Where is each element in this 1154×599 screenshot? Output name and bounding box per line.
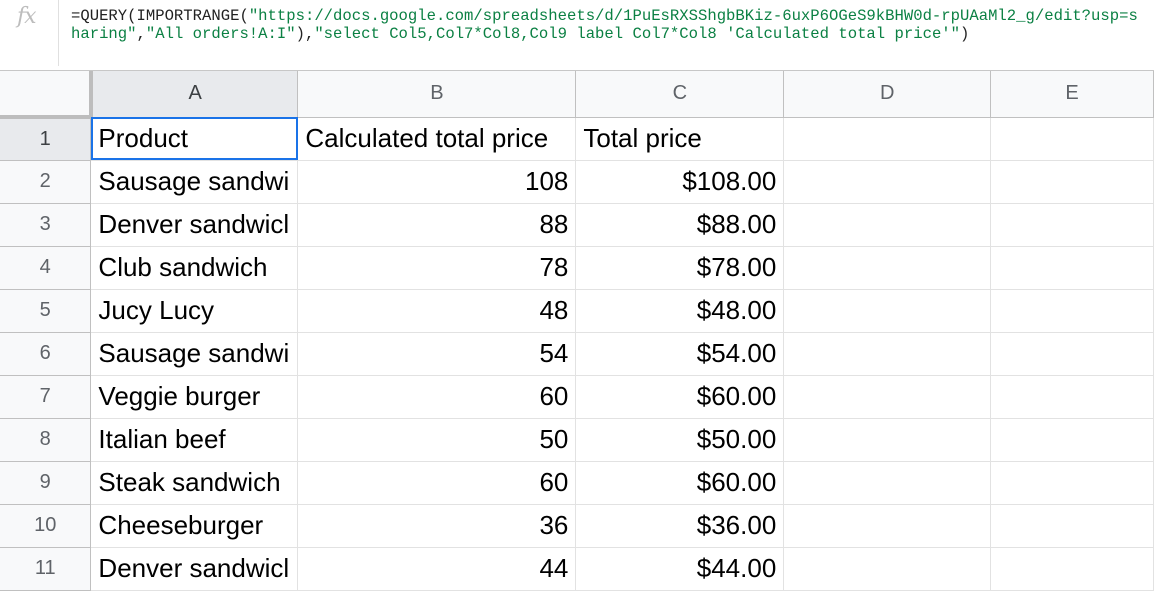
row-header[interactable]: 5 [0, 289, 92, 333]
row-header[interactable]: 11 [0, 547, 92, 591]
cell-calculated-total[interactable]: 50 [297, 418, 577, 462]
cell-empty[interactable] [783, 203, 992, 247]
cell-product[interactable]: Denver sandwicl [90, 203, 299, 247]
cell-calculated-total[interactable]: 44 [297, 547, 577, 591]
formula-query-string: "select Col5,Col7*Col8,Col9 label Col7*C… [314, 25, 961, 43]
cell-calculated-total[interactable]: 48 [297, 289, 577, 333]
cell-empty[interactable] [990, 203, 1154, 247]
cell-product[interactable]: Cheeseburger [90, 504, 299, 548]
cell-empty[interactable] [783, 461, 992, 505]
cell-empty[interactable] [990, 332, 1154, 376]
cell-total-price[interactable]: $50.00 [575, 418, 785, 462]
row-header[interactable]: 8 [0, 418, 92, 462]
formula-sep-2: ), [295, 25, 315, 43]
fx-icon: fx [17, 4, 37, 29]
cell-total-price[interactable]: $60.00 [575, 375, 785, 419]
row-header[interactable]: 4 [0, 246, 92, 290]
cell-product[interactable]: Sausage sandwi [90, 332, 299, 376]
row-header[interactable]: 3 [0, 203, 92, 247]
cell-total-price[interactable]: $88.00 [575, 203, 785, 247]
cell-empty[interactable] [990, 461, 1154, 505]
cell-total-price[interactable]: $36.00 [575, 504, 785, 548]
cell-empty[interactable] [990, 375, 1154, 419]
cell-total-price[interactable]: $48.00 [575, 289, 785, 333]
cell-calculated-total[interactable]: 78 [297, 246, 577, 290]
cell-empty[interactable] [990, 504, 1154, 548]
cell-empty[interactable] [783, 547, 992, 591]
column-header-d[interactable]: D [783, 71, 992, 118]
cell-calculated-total[interactable]: 36 [297, 504, 577, 548]
row-header[interactable]: 7 [0, 375, 92, 419]
cell-total-price[interactable]: $44.00 [575, 547, 785, 591]
cell-product[interactable]: Italian beef [90, 418, 299, 462]
formula-bar: fx =QUERY(IMPORTRANGE("https://docs.goog… [0, 0, 1154, 71]
cell-total-price[interactable]: $108.00 [575, 160, 785, 204]
spreadsheet-grid: A B C D E 1 Product Calculated total pri… [0, 71, 1154, 591]
cell-product[interactable]: Veggie burger [90, 375, 299, 419]
cell-product[interactable]: Sausage sandwi [90, 160, 299, 204]
column-header-b[interactable]: B [297, 71, 577, 118]
table-row: 11 Denver sandwicl 44 $44.00 [0, 547, 1154, 591]
select-all-corner[interactable] [0, 71, 93, 119]
cell-empty[interactable] [783, 418, 992, 462]
row-header[interactable]: 1 [0, 117, 92, 161]
table-row: 2 Sausage sandwi 108 $108.00 [0, 160, 1154, 204]
cell-empty[interactable] [990, 547, 1154, 591]
row-header[interactable]: 6 [0, 332, 92, 376]
cell-empty[interactable] [990, 418, 1154, 462]
table-row: 9 Steak sandwich 60 $60.00 [0, 461, 1154, 505]
formula-input[interactable]: =QUERY(IMPORTRANGE("https://docs.google.… [71, 7, 1146, 43]
cell-product[interactable]: Jucy Lucy [90, 289, 299, 333]
cell-empty[interactable] [783, 246, 992, 290]
cell-empty[interactable] [783, 375, 992, 419]
cell-empty[interactable] [990, 246, 1154, 290]
table-row: 10 Cheeseburger 36 $36.00 [0, 504, 1154, 548]
row-header[interactable]: 9 [0, 461, 92, 505]
cell-total-price[interactable]: $78.00 [575, 246, 785, 290]
formula-prefix: =QUERY(IMPORTRANGE( [71, 7, 249, 25]
cell-calculated-total[interactable]: 108 [297, 160, 577, 204]
table-row: 3 Denver sandwicl 88 $88.00 [0, 203, 1154, 247]
table-row: 6 Sausage sandwi 54 $54.00 [0, 332, 1154, 376]
formula-range-string: "All orders!A:I" [145, 25, 296, 43]
row-header[interactable]: 2 [0, 160, 92, 204]
cell-product[interactable]: Steak sandwich [90, 461, 299, 505]
cell-a1[interactable]: Product [90, 117, 299, 161]
table-row: 1 Product Calculated total price Total p… [0, 117, 1154, 161]
cell-product[interactable]: Denver sandwicl [90, 547, 299, 591]
cell-d1[interactable] [783, 117, 992, 161]
table-row: 5 Jucy Lucy 48 $48.00 [0, 289, 1154, 333]
cell-empty[interactable] [783, 504, 992, 548]
cell-empty[interactable] [783, 332, 992, 376]
cell-empty[interactable] [990, 289, 1154, 333]
cell-calculated-total[interactable]: 60 [297, 461, 577, 505]
formula-sep-1: , [136, 25, 146, 43]
row-header[interactable]: 10 [0, 504, 92, 548]
cell-total-price[interactable]: $54.00 [575, 332, 785, 376]
table-row: 4 Club sandwich 78 $78.00 [0, 246, 1154, 290]
cell-b1[interactable]: Calculated total price [297, 117, 577, 161]
cell-empty[interactable] [990, 160, 1154, 204]
cell-calculated-total[interactable]: 54 [297, 332, 577, 376]
cell-total-price[interactable]: $60.00 [575, 461, 785, 505]
column-header-e[interactable]: E [990, 71, 1154, 118]
formula-bar-divider [58, 0, 59, 66]
cell-calculated-total[interactable]: 88 [297, 203, 577, 247]
table-row: 7 Veggie burger 60 $60.00 [0, 375, 1154, 419]
formula-suffix: ) [960, 25, 970, 43]
cell-empty[interactable] [783, 160, 992, 204]
cell-e1[interactable] [990, 117, 1154, 161]
cell-empty[interactable] [783, 289, 992, 333]
table-row: 8 Italian beef 50 $50.00 [0, 418, 1154, 462]
cell-product[interactable]: Club sandwich [90, 246, 299, 290]
column-header-a[interactable]: A [90, 71, 299, 118]
cell-c1[interactable]: Total price [575, 117, 785, 161]
column-header-c[interactable]: C [575, 71, 785, 118]
cell-calculated-total[interactable]: 60 [297, 375, 577, 419]
